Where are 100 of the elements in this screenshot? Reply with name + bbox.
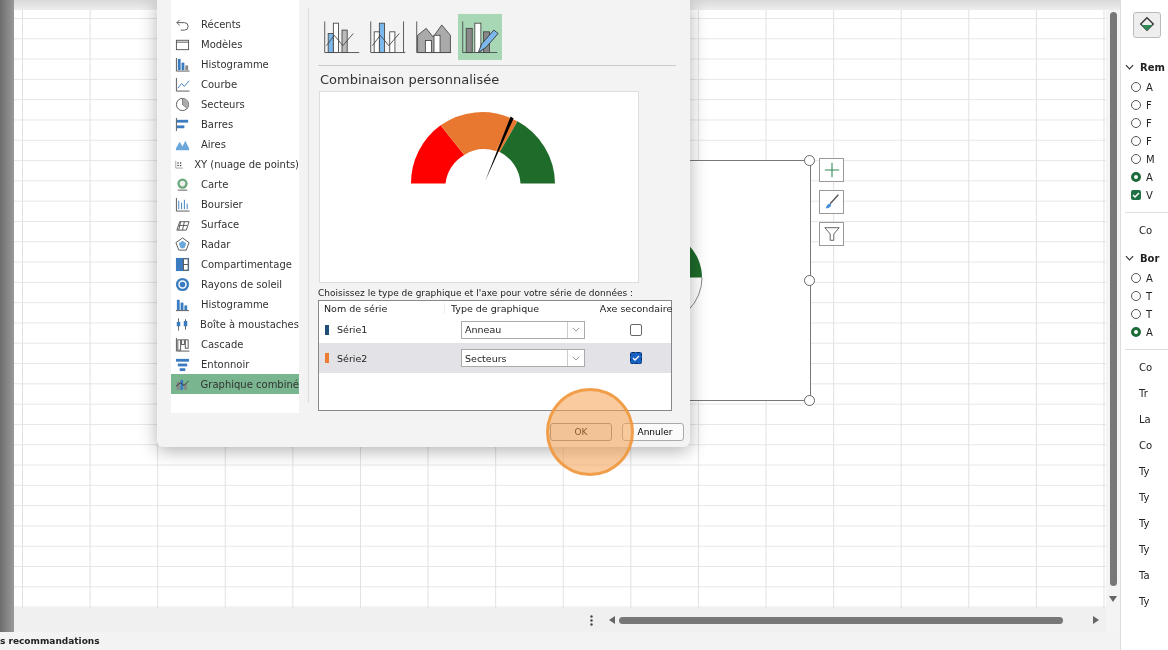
chart-type-dropdown[interactable]: Anneau <box>461 320 585 339</box>
chart-type-item[interactable]: Secteurs <box>171 94 299 114</box>
radio-button[interactable] <box>1131 327 1141 337</box>
status-text: s recommandations <box>0 636 100 646</box>
series-row[interactable]: Série1 Anneau <box>319 316 671 343</box>
column-header: Type de graphique <box>445 303 601 314</box>
clustered-column-line-icon <box>323 18 361 56</box>
option-label: M <box>1146 153 1155 165</box>
radio-button[interactable] <box>1131 291 1141 301</box>
preview-title: Combinaison personnalisée <box>320 72 501 87</box>
option-label: V <box>1146 189 1153 201</box>
globe-icon <box>175 176 190 192</box>
paint-bucket-icon <box>1138 16 1156 34</box>
property-label: Co <box>1139 439 1153 451</box>
chart-type-item[interactable]: Courbe <box>171 74 299 94</box>
option-label: F <box>1146 135 1152 147</box>
filter-button[interactable] <box>819 222 844 246</box>
series-name: Série2 <box>337 352 368 364</box>
option-label: A <box>1146 81 1153 93</box>
radar-chart-icon <box>175 236 190 252</box>
vertical-scrollbar[interactable] <box>1106 10 1120 632</box>
chart-type-item[interactable]: Rayons de soleil <box>171 274 299 294</box>
resize-handle[interactable] <box>804 155 815 166</box>
column-header: Nom de série <box>319 303 445 314</box>
property-label: Ty <box>1139 517 1150 529</box>
bar-chart-icon <box>175 56 190 72</box>
property-label: Ta <box>1139 569 1150 581</box>
secondary-axis-checkbox[interactable] <box>630 352 642 364</box>
property-label: Tr <box>1139 387 1148 399</box>
secondary-axis-column-line-icon <box>369 18 407 56</box>
resize-handle[interactable] <box>804 275 815 286</box>
instruction-text: Choisissez le type de graphique et l'axe pour votre série de données : <box>318 288 635 298</box>
chart-type-item[interactable]: Carte <box>171 174 299 194</box>
funnel-icon <box>822 225 841 243</box>
chart-type-item[interactable]: Radar <box>171 234 299 254</box>
chart-type-item[interactable]: Boîte à moustaches <box>171 314 299 334</box>
resize-handle[interactable] <box>804 395 815 406</box>
radio-button[interactable] <box>1131 118 1141 128</box>
chart-type-item[interactable]: Aires <box>171 134 299 154</box>
option-label: F <box>1146 99 1152 111</box>
property-label: Co <box>1139 224 1153 236</box>
chevron-down-icon <box>572 327 580 332</box>
chart-type-item[interactable]: Compartimentage <box>171 254 299 274</box>
radio-button[interactable] <box>1131 273 1141 283</box>
chart-type-dropdown[interactable]: Secteurs <box>461 349 585 367</box>
property-label: La <box>1139 413 1151 425</box>
chart-type-item[interactable]: Graphique combiné <box>171 374 299 394</box>
stock-chart-icon <box>175 196 190 212</box>
option-label: A <box>1146 171 1153 183</box>
radio-button[interactable] <box>1131 136 1141 146</box>
section-header[interactable]: Bor <box>1140 252 1160 264</box>
radio-button[interactable] <box>1131 82 1141 92</box>
chart-type-item[interactable]: Modèles <box>171 34 299 54</box>
series-name: Série1 <box>337 324 368 335</box>
waterfall-chart-icon <box>175 336 190 352</box>
ok-button[interactable]: OK <box>550 423 612 441</box>
scroll-left-icon[interactable] <box>609 616 615 624</box>
option-label: A <box>1146 326 1153 338</box>
chart-type-item[interactable]: Barres <box>171 114 299 134</box>
radio-button[interactable] <box>1131 309 1141 319</box>
chart-type-item[interactable]: Surface <box>171 214 299 234</box>
chevron-down-icon <box>572 355 580 361</box>
series-row[interactable]: Série2 Secteurs <box>319 343 671 373</box>
area-column-icon <box>415 18 453 56</box>
scrollbar-thumb[interactable] <box>619 616 1063 624</box>
radio-button[interactable] <box>1131 154 1141 164</box>
fill-line-tab[interactable] <box>1133 12 1161 38</box>
chart-type-item[interactable]: Entonnoir <box>171 354 299 374</box>
style-button[interactable] <box>819 190 844 214</box>
property-label: Ty <box>1139 491 1150 503</box>
chart-type-item[interactable]: Histogramme <box>171 54 299 74</box>
radio-button[interactable] <box>1131 100 1141 110</box>
property-label: Ty <box>1139 543 1150 555</box>
treemap-icon <box>175 256 190 272</box>
secondary-axis-checkbox[interactable] <box>630 323 642 336</box>
section-header[interactable]: Rem <box>1140 61 1165 73</box>
more-options-icon[interactable] <box>590 614 593 626</box>
column-header: Axe secondaire <box>601 303 671 314</box>
property-label: Ty <box>1139 465 1150 477</box>
cancel-button[interactable]: Annuler <box>622 423 684 441</box>
funnel-icon <box>175 356 190 372</box>
chart-type-item[interactable]: Cascade <box>171 334 299 354</box>
option-label: F <box>1146 117 1152 129</box>
custom-combo-pencil-icon <box>461 18 499 56</box>
line-chart-icon <box>175 76 190 92</box>
property-label: Ty <box>1139 595 1150 607</box>
sunburst-icon <box>175 276 190 292</box>
checkbox[interactable] <box>1131 190 1141 200</box>
chevron-icon[interactable] <box>1125 255 1134 261</box>
scroll-down-icon[interactable] <box>1109 596 1117 602</box>
box-plot-icon <box>175 316 189 332</box>
chart-type-item[interactable]: Récents <box>171 14 299 34</box>
radio-button[interactable] <box>1131 172 1141 182</box>
chart-type-item[interactable]: Boursier <box>171 194 299 214</box>
scroll-right-icon[interactable] <box>1093 616 1099 624</box>
chevron-icon[interactable] <box>1125 64 1134 70</box>
chart-type-item[interactable]: Histogramme <box>171 294 299 314</box>
chart-type-item[interactable]: XY (nuage de points) <box>171 154 299 174</box>
add-element-button[interactable] <box>819 158 844 182</box>
chart-subtype-option[interactable] <box>458 14 502 60</box>
